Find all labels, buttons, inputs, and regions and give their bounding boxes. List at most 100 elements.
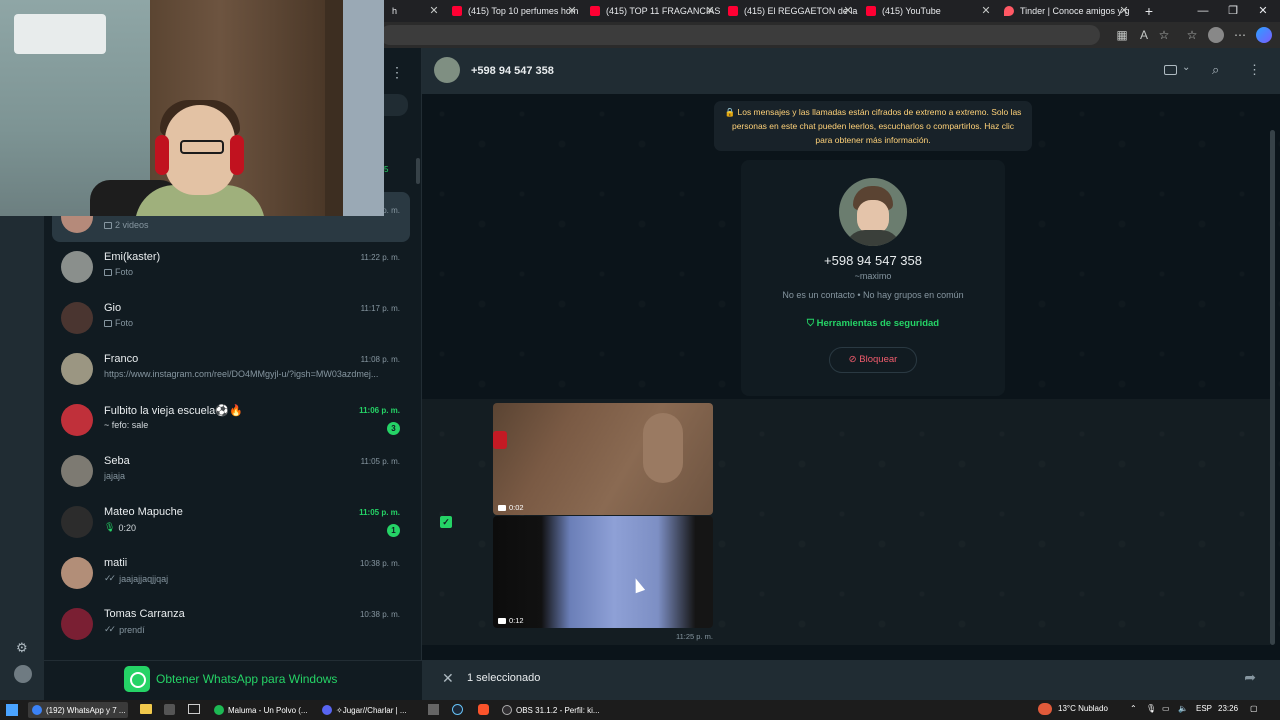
chat-item-seba[interactable]: Seba jajaja 11:05 p. m. (52, 446, 410, 496)
close-window-button[interactable]: ✕ (1248, 0, 1278, 22)
close-tab-icon[interactable]: ✕ (980, 4, 992, 18)
read-aloud-icon[interactable]: A (1136, 27, 1152, 43)
clock[interactable]: 23:26 (1218, 704, 1238, 713)
taskbar-app-browser[interactable]: (192) WhatsApp y 7 ... (28, 702, 128, 718)
double-tick-icon: ✓✓ (104, 624, 116, 634)
more-menu-icon[interactable]: ⋯ (1232, 27, 1248, 43)
browser-tab-4[interactable]: (415) YouTube ✕ (858, 0, 996, 22)
collections-icon[interactable]: ☆ (1184, 27, 1200, 43)
network-icon[interactable]: ▭ (1162, 704, 1170, 713)
chat-list-scrollbar[interactable] (416, 158, 420, 184)
edge-icon (32, 705, 42, 715)
mail-icon[interactable] (188, 704, 200, 714)
folder-icon[interactable] (140, 704, 152, 714)
weather-text[interactable]: 13°C Nublado (1058, 704, 1108, 713)
favorite-star-icon[interactable]: ☆ (1156, 27, 1172, 43)
security-tools-link[interactable]: ⛉ Herramientas de seguridad (741, 318, 1005, 329)
chat-preview: https://www.instagram.com/reel/DO4MMgyjl… (104, 369, 379, 379)
video-message[interactable]: 0:02 (493, 403, 713, 515)
browser-tab-5[interactable]: Tinder | Conoce amigos y g ✕ (996, 0, 1134, 22)
chat-time: 11:08 p. m. (360, 355, 400, 364)
browser-tab-2[interactable]: (415) TOP 11 FRAGANCIAS ✕ (582, 0, 720, 22)
browser-tab-3[interactable]: (415) El REGGAETON de la ✕ (720, 0, 858, 22)
tray-chevron-icon[interactable]: ⌃ (1130, 704, 1137, 713)
message-select-checkbox[interactable]: ✓ (440, 516, 452, 528)
chat-scrollbar[interactable] (1270, 130, 1275, 645)
close-tab-icon[interactable]: ✕ (428, 4, 440, 18)
shield-icon: ⛉ (806, 318, 817, 329)
chat-item-tomas[interactable]: Tomas Carranza ✓✓ prendí 10:38 p. m. (52, 599, 410, 649)
menu-dots-icon[interactable]: ⋮ (390, 64, 404, 81)
brave-icon[interactable] (478, 704, 489, 715)
close-tab-icon[interactable]: ✕ (842, 4, 854, 18)
forward-icon[interactable]: ➦ (1244, 669, 1256, 686)
photo-face (857, 200, 889, 234)
start-icon[interactable] (6, 704, 18, 716)
avatar (61, 557, 93, 589)
contact-avatar[interactable] (434, 57, 460, 83)
app-icon[interactable] (428, 704, 439, 715)
store-icon[interactable] (164, 704, 175, 715)
chevron-down-icon[interactable]: ⌄ (1182, 62, 1190, 73)
chat-item-fulbito[interactable]: Fulbito la vieja escuela⚽🔥 ~ fefo: sale … (52, 395, 410, 445)
apps-icon[interactable]: ▦ (1114, 27, 1130, 43)
block-button[interactable]: ⊘ Bloquear (829, 347, 917, 373)
contact-info: No es un contacto • No hay grupos en com… (782, 290, 964, 300)
url-input[interactable] (380, 25, 1100, 45)
video-thumb-detail (643, 413, 683, 483)
new-tab-button[interactable]: + (1134, 0, 1164, 22)
encryption-notice[interactable]: 🔒 Los mensajes y las llamadas están cifr… (714, 101, 1032, 151)
unread-badge: 3 (387, 422, 400, 435)
video-thumb-detail (493, 431, 507, 449)
gear-icon[interactable]: ⚙ (16, 640, 28, 656)
close-tab-icon[interactable]: ✕ (704, 4, 716, 18)
menu-dots-icon[interactable]: ⋮ (1248, 62, 1261, 78)
get-whatsapp-bar: Obtener WhatsApp para Windows (44, 660, 422, 700)
browser-tab-0[interactable]: h ✕ (384, 0, 444, 22)
mic-icon[interactable]: 🎙 (1146, 704, 1156, 713)
browser-tab-1[interactable]: (415) Top 10 perfumes hom ✕ (444, 0, 582, 22)
youtube-icon (866, 6, 876, 16)
close-tab-icon[interactable]: ✕ (566, 4, 578, 18)
chat-item-gio[interactable]: Gio Foto 11:17 p. m. (52, 293, 410, 343)
search-icon[interactable]: ⌕ (1212, 62, 1219, 78)
chat-item-franco[interactable]: Franco https://www.instagram.com/reel/DO… (52, 344, 410, 394)
chat-preview: Foto (104, 267, 133, 277)
video-message[interactable]: 0:12 (493, 516, 713, 628)
close-selection-icon[interactable]: ✕ (442, 670, 454, 687)
chat-item-matii[interactable]: matii ✓✓ jaajajjaqjjqaj 10:38 p. m. (52, 548, 410, 598)
minimize-button[interactable]: — (1188, 0, 1218, 22)
taskbar-app-discord[interactable]: ✧Jugar//Charlar | ... (318, 702, 418, 718)
avatar (61, 455, 93, 487)
close-tab-icon[interactable]: ✕ (1118, 4, 1130, 18)
avatar (61, 251, 93, 283)
youtube-icon (590, 6, 600, 16)
webcam-scene (14, 14, 106, 54)
video-call-icon[interactable] (1164, 65, 1177, 75)
copilot-icon[interactable] (1256, 27, 1272, 43)
taskbar-app-obs[interactable]: OBS 31.1.2 - Perfil: ki... (498, 702, 600, 718)
chat-name: Gio (104, 302, 122, 314)
profile-avatar[interactable] (14, 665, 32, 683)
profile-avatar[interactable] (1208, 27, 1224, 43)
chat-item-mateo[interactable]: Mateo Mapuche 🎙 0:20 11:05 p. m. 1 (52, 497, 410, 547)
tab-label: (415) El REGGAETON de la (744, 6, 858, 16)
picture-icon (104, 319, 112, 327)
maximize-button[interactable]: ❐ (1218, 0, 1248, 22)
volume-icon[interactable]: 🔈 (1178, 704, 1188, 713)
chat-preview: Foto (104, 318, 133, 328)
spotify-icon (214, 705, 224, 715)
chat-item-emi[interactable]: Emi(kaster) Foto 11:22 p. m. (52, 242, 410, 292)
chat-name: Franco (104, 353, 139, 365)
chat-header[interactable]: +598 94 547 358 ⌄ ⌕ ⋮ (422, 48, 1280, 94)
get-whatsapp-link[interactable]: Obtener WhatsApp para Windows (156, 672, 337, 686)
chat-time: 10:38 p. m. (359, 610, 400, 619)
language-indicator[interactable]: ESP (1196, 704, 1212, 713)
contact-card-phone: +598 94 547 358 (824, 253, 922, 268)
contact-photo[interactable] (839, 178, 907, 246)
taskbar-app-spotify[interactable]: Maluma - Un Polvo (... (210, 702, 310, 718)
steam-icon[interactable] (452, 704, 463, 715)
double-tick-icon: ✓✓ (104, 573, 116, 583)
youtube-icon (728, 6, 738, 16)
notification-icon[interactable]: ▢ (1250, 704, 1258, 713)
